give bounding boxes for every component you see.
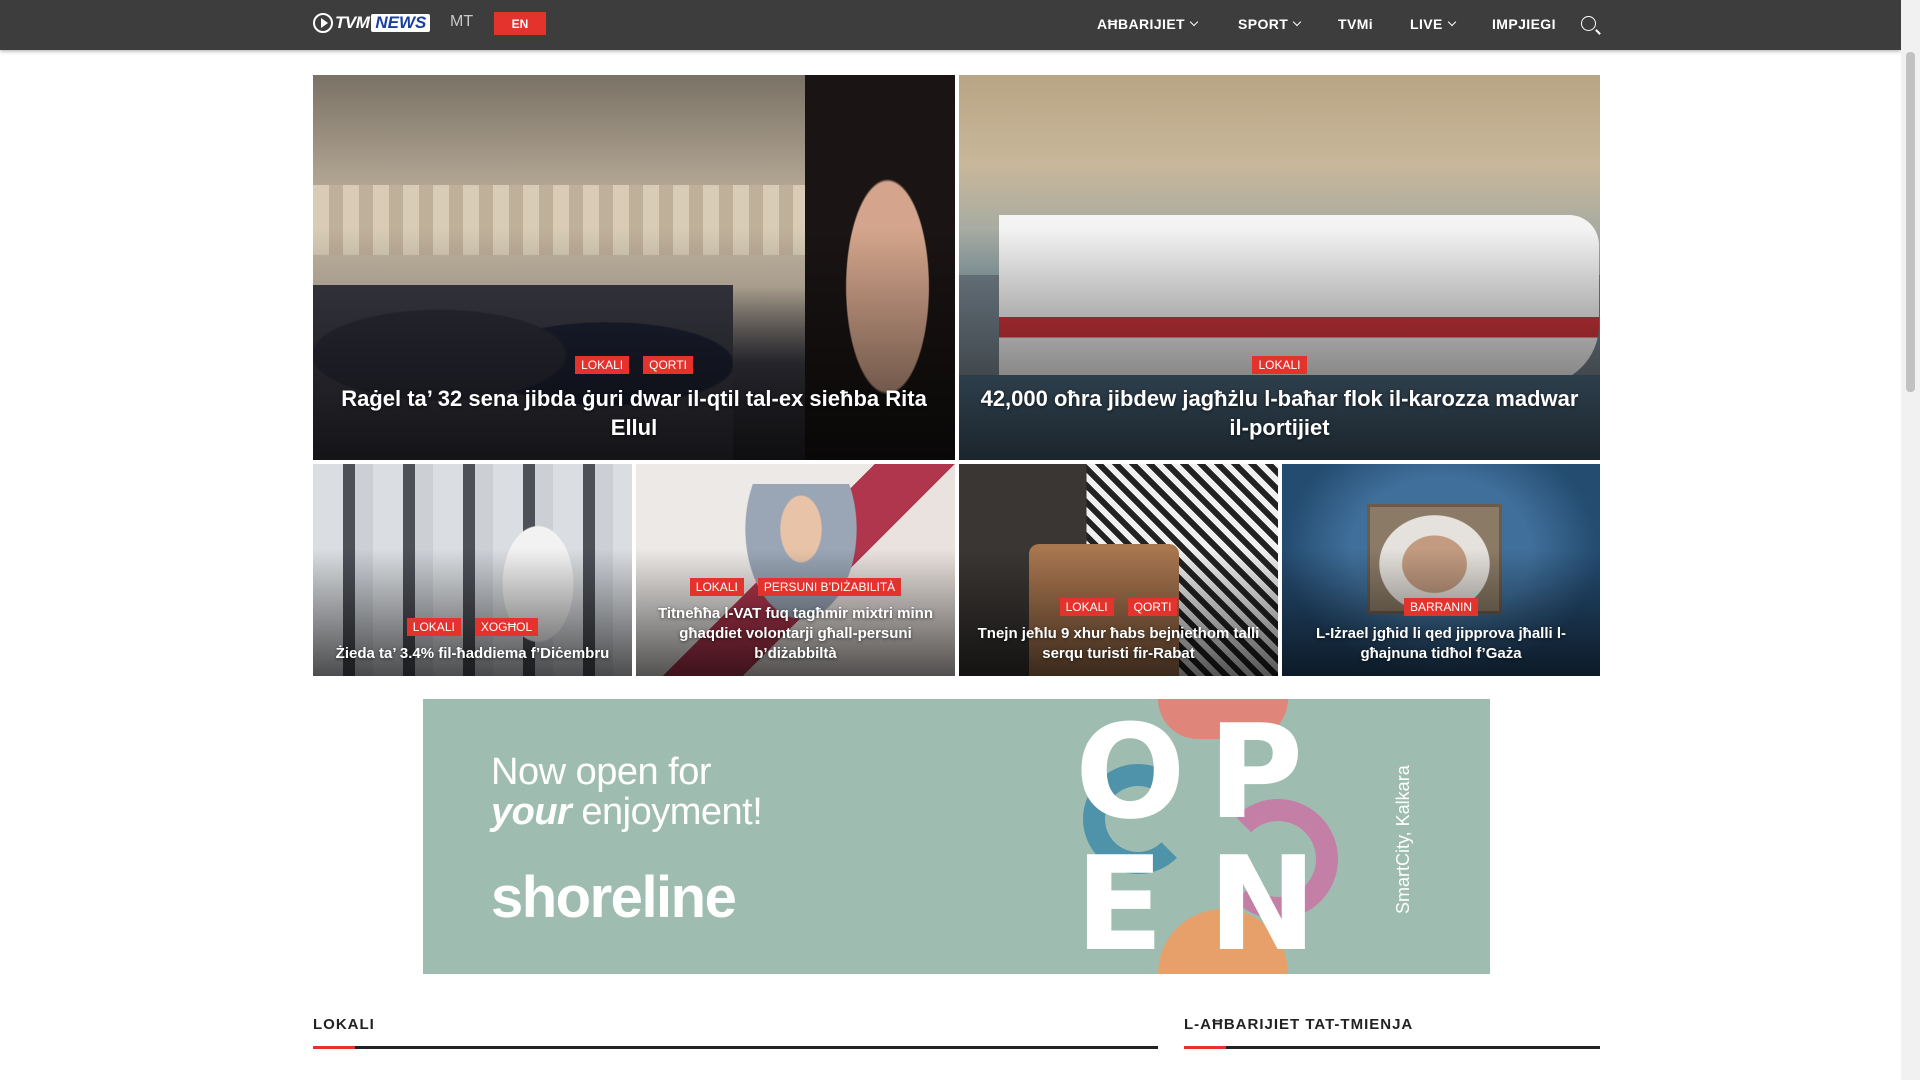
nav-label: SPORT <box>1238 16 1289 32</box>
category-tag[interactable]: LOKALI <box>1059 598 1114 616</box>
tvm-play-icon <box>313 13 333 33</box>
tvm-news-logo[interactable]: TVM NEWS <box>313 13 445 33</box>
card-content: LOKALI QORTI Raġel ta’ 32 sena jibda ġur… <box>313 356 955 460</box>
article-card[interactable]: LOKALI QORTI Tnejn jeħlu 9 xhur ħabs bej… <box>959 464 1278 676</box>
article-card[interactable]: BARRANIN L-Iżrael jgħid li qed jipprova … <box>1282 464 1600 676</box>
category-tag[interactable]: QORTI <box>643 356 693 374</box>
open-letter-e: E <box>1075 828 1164 974</box>
article-headline[interactable]: Titneħħa l-VAT fuq tagħmir mixtri minn g… <box>648 604 943 664</box>
category-tag[interactable]: QORTI <box>1127 598 1178 616</box>
top-navigation-bar: TVM NEWS MT EN AĦBARIJIET SPORT TVMi LIV… <box>0 0 1901 50</box>
article-headline[interactable]: Tnejn jeħlu 9 xhur ħabs bejniethom talli… <box>971 624 1266 664</box>
nav-item-sport[interactable]: SPORT <box>1238 0 1302 48</box>
featured-article-card[interactable]: LOKALI 42,000 oħra jibdew jagħżlu l-baħa… <box>959 75 1600 460</box>
category-tag[interactable]: BARRANIN <box>1403 598 1478 616</box>
section-underline <box>1184 1046 1600 1049</box>
category-tag[interactable]: XOGĦOL <box>474 618 539 636</box>
shoreline-logo: shoreline <box>491 865 737 930</box>
banner-tagline-line1: Now open for <box>491 751 712 793</box>
article-headline[interactable]: Żieda ta’ 3.4% fil-ħaddiema f’Diċembru <box>325 644 620 664</box>
nav-item-live[interactable]: LIVE <box>1410 0 1456 48</box>
article-card[interactable]: LOKALI PERSUNI B’DIŻABILITÀ Titneħħa l-V… <box>636 464 955 676</box>
logo-tvm-text: TVM <box>335 13 370 32</box>
chevron-down-icon <box>1189 17 1199 27</box>
search-icon[interactable] <box>1581 16 1596 31</box>
card-content: LOKALI QORTI Tnejn jeħlu 9 xhur ħabs bej… <box>959 598 1278 676</box>
language-switch-button[interactable]: EN <box>494 12 546 35</box>
nav-label: LIVE <box>1410 16 1443 32</box>
article-card[interactable]: LOKALI XOGĦOL Żieda ta’ 3.4% fil-ħaddiem… <box>313 464 632 676</box>
category-tag[interactable]: LOKALI <box>575 356 630 374</box>
nav-label: AĦBARIJIET <box>1097 16 1186 32</box>
category-tag[interactable]: LOKALI <box>406 618 461 636</box>
category-tag[interactable]: LOKALI <box>689 578 744 596</box>
logo-language-label: MT <box>450 13 474 30</box>
open-letter-p: P <box>1208 699 1304 848</box>
banner-tagline-rest: enjoyment! <box>571 791 763 833</box>
open-letter-n: N <box>1208 828 1317 974</box>
card-content: LOKALI PERSUNI B’DIŻABILITÀ Titneħħa l-V… <box>636 578 955 676</box>
section-underline <box>313 1046 1158 1049</box>
card-content: LOKALI 42,000 oħra jibdew jagħżlu l-baħa… <box>959 356 1600 460</box>
banner-tagline-line2: your enjoyment! <box>491 791 763 834</box>
category-tag[interactable]: PERSUNI B’DIŻABILITÀ <box>757 578 902 596</box>
open-letter-o: O <box>1075 699 1186 848</box>
shoreline-banner-ad[interactable]: Now open for your enjoyment! shoreline O… <box>423 699 1490 974</box>
banner-location: SmartCity, Kalkara <box>1393 765 1413 914</box>
banner-tagline-bold: your <box>491 791 572 833</box>
nav-item-impjiegi[interactable]: IMPJIEGI <box>1492 0 1556 48</box>
chevron-down-icon <box>1292 17 1302 27</box>
section-title[interactable]: LOKALI <box>313 1016 375 1033</box>
scrollbar-thumb[interactable] <box>1906 52 1915 392</box>
section-header-tmienja: L-AĦBARIJIET TAT-TMIENJA <box>1184 1016 1600 1050</box>
article-headline[interactable]: 42,000 oħra jibdew jagħżlu l-baħar flok … <box>977 384 1582 442</box>
featured-article-card[interactable]: LOKALI QORTI Raġel ta’ 32 sena jibda ġur… <box>313 75 955 460</box>
card-content: BARRANIN L-Iżrael jgħid li qed jipprova … <box>1282 598 1600 676</box>
logo-news-text: NEWS <box>371 14 431 32</box>
card-content: LOKALI XOGĦOL Żieda ta’ 3.4% fil-ħaddiem… <box>313 618 632 676</box>
category-tag[interactable]: LOKALI <box>1252 356 1307 374</box>
chevron-down-icon <box>1447 17 1456 27</box>
page-scrollbar[interactable] <box>1901 0 1920 1080</box>
article-headline[interactable]: Raġel ta’ 32 sena jibda ġuri dwar il-qti… <box>331 384 937 442</box>
nav-label: TVMi <box>1338 16 1374 32</box>
article-headline[interactable]: L-Iżrael jgħid li qed jipprova jħalli l-… <box>1294 624 1588 664</box>
section-title[interactable]: L-AĦBARIJIET TAT-TMIENJA <box>1184 1016 1413 1033</box>
section-header-lokali: LOKALI <box>313 1016 1158 1050</box>
nav-item-tvmi[interactable]: TVMi <box>1338 0 1373 48</box>
nav-label: IMPJIEGI <box>1492 16 1556 32</box>
nav-item-ahbarijiet[interactable]: AĦBARIJIET <box>1097 0 1199 48</box>
